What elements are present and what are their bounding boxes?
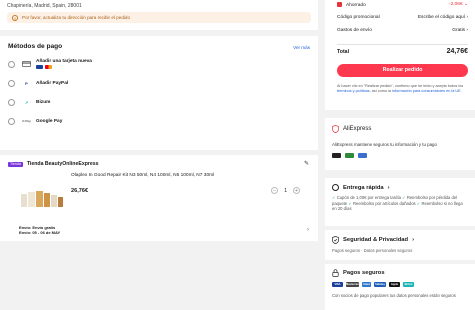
order-summary-card: Ahorrado -2,06€ ⌄ Código promocional Esc… bbox=[325, 0, 475, 110]
consumer-info-link[interactable]: información para consumidores en la UE bbox=[392, 89, 461, 93]
address-line: Chapinería, Madrid, Spain, 28001 bbox=[7, 3, 82, 9]
check-icon: ✓ bbox=[332, 195, 336, 200]
fast-delivery-list: ✓ Cupón de 1,00€ por entrega tardía ✓ Re… bbox=[332, 195, 463, 212]
secure-payments-header: Pagos seguros bbox=[332, 269, 468, 277]
quantity-stepper: − 1 + bbox=[271, 187, 300, 194]
see-all-link[interactable]: Ver más bbox=[293, 45, 310, 50]
promo-input[interactable]: Escribe el código aquí › bbox=[418, 15, 468, 20]
delivery-date: Envío: 05 - 06 de MAY bbox=[19, 230, 61, 235]
shipping-cost-row: Gastos de envío Gratis › bbox=[337, 28, 468, 33]
legal-text: Al hacer clic en "Realizar pedido", conf… bbox=[337, 84, 464, 94]
radio-button[interactable] bbox=[8, 117, 15, 125]
chevron-right-icon[interactable]: › bbox=[388, 185, 390, 191]
radio-button[interactable] bbox=[8, 79, 15, 87]
check-icon: ✓ bbox=[402, 195, 406, 200]
fast-delivery-card[interactable]: Entrega rápida › ✓ Cupón de 1,00€ por en… bbox=[325, 178, 475, 226]
trust-badges bbox=[332, 153, 468, 158]
secure-payments-text: Con socios de pago populares tus datos p… bbox=[332, 293, 456, 298]
radio-button[interactable] bbox=[8, 60, 15, 68]
paypal-icon: P bbox=[25, 80, 28, 86]
aliexpress-logo: AliExpress bbox=[343, 126, 372, 132]
credit-card-icon bbox=[22, 61, 31, 67]
security-privacy-card[interactable]: Seguridad & Privacidad › Pagos seguros ·… bbox=[325, 230, 475, 260]
shipping-label: Gastos de envío bbox=[337, 28, 372, 33]
terms-link[interactable]: términos y políticas bbox=[337, 89, 370, 93]
info-icon: ! bbox=[12, 14, 18, 21]
payment-methods-card: Métodos de pago Ver más Añadir una tarje… bbox=[0, 36, 318, 150]
shipping-value[interactable]: Gratis › bbox=[452, 28, 468, 33]
secure-badge-icon bbox=[358, 153, 367, 158]
chevron-right-icon[interactable]: › bbox=[307, 227, 309, 233]
mastercard-icon bbox=[45, 65, 52, 70]
payment-option-label: Añadir PayPal bbox=[36, 80, 69, 86]
shipping-info[interactable]: Envío: Envío gratis Envío: 05 - 06 de MA… bbox=[19, 225, 60, 235]
address-card: Chapinería, Madrid, Spain, 28001 ! Por f… bbox=[0, 0, 318, 30]
fast-delivery-title: Entrega rápida bbox=[343, 184, 384, 191]
payment-option-label: Añadir una tarjeta nueva bbox=[36, 58, 92, 64]
secure-payments-title: Pagos seguros bbox=[343, 270, 385, 276]
total-value: 24,76€ bbox=[446, 48, 468, 55]
payment-option-paypal[interactable]: P Añadir PayPal bbox=[8, 74, 310, 92]
total-row: Total 24,76€ bbox=[337, 48, 468, 55]
radio-button[interactable] bbox=[8, 98, 15, 106]
check-icon: ✓ bbox=[416, 200, 421, 206]
payment-option-card[interactable]: Añadir una tarjeta nueva bbox=[8, 55, 310, 73]
visa-logo: VISA bbox=[332, 282, 343, 287]
product-price: 26,76€ bbox=[71, 188, 89, 194]
saved-row: Ahorrado -2,06€ ⌄ bbox=[337, 2, 468, 8]
apple-pay-logo: Apple Pay bbox=[389, 282, 400, 291]
chevron-down-icon[interactable]: ⌄ bbox=[464, 2, 468, 7]
clock-icon bbox=[332, 184, 339, 191]
divider bbox=[337, 44, 468, 45]
amex-logo: Amex bbox=[362, 282, 371, 287]
payment-option-label: Google Pay bbox=[36, 118, 63, 124]
shield-check-icon bbox=[332, 236, 339, 244]
decrease-button[interactable]: − bbox=[271, 187, 279, 194]
bizum-icon: ↗ bbox=[24, 99, 29, 105]
address-warning: ! Por favor, actualiza tu dirección para… bbox=[7, 12, 311, 23]
coupon-icon bbox=[337, 2, 342, 7]
promo-code-row[interactable]: Código promocional Escribe el código aqu… bbox=[337, 15, 468, 20]
visa-icon bbox=[36, 65, 43, 70]
ssl-badge-icon bbox=[332, 153, 341, 158]
store-badge: Tienda bbox=[8, 161, 23, 167]
payment-logos: VISA Mastercard Amex Safekey Apple Pay B… bbox=[332, 282, 468, 291]
payment-option-google-pay[interactable]: G Pay Google Pay bbox=[8, 112, 310, 130]
mastercard-logo: Mastercard bbox=[346, 282, 360, 287]
place-order-button[interactable]: Realizar pedido bbox=[337, 64, 468, 77]
total-label: Total bbox=[337, 48, 350, 55]
payment-title: Métodos de pago bbox=[8, 43, 63, 50]
store-header: Tienda Tienda BeautyOnlineExpress bbox=[8, 161, 310, 167]
store-name[interactable]: Tienda BeautyOnlineExpress bbox=[27, 161, 99, 167]
promo-label: Código promocional bbox=[337, 15, 380, 20]
edit-icon[interactable]: ✎ bbox=[304, 160, 309, 167]
saved-value: -2,06€ ⌄ bbox=[449, 2, 468, 8]
store-card: Tienda Tienda BeautyOnlineExpress ✎ Olap… bbox=[0, 155, 318, 241]
aliexpress-trust-text: AliExpress mantiene seguros tu informaci… bbox=[332, 142, 437, 147]
security-header: Seguridad & Privacidad › bbox=[332, 236, 468, 244]
product-title[interactable]: Olaplex In Good Repair Kit N3 50ml, N4 1… bbox=[71, 173, 214, 178]
shield-icon bbox=[332, 125, 339, 133]
payment-option-bizum[interactable]: ↗ Bizum bbox=[8, 93, 310, 111]
lock-icon bbox=[332, 269, 339, 277]
card-brand-logos bbox=[36, 65, 92, 70]
saved-label: Ahorrado bbox=[346, 2, 366, 8]
aliexpress-trust-card: AliExpress AliExpress mantiene seguros t… bbox=[325, 118, 475, 170]
safekey-logo: Safekey bbox=[374, 282, 386, 287]
chevron-right-icon[interactable]: › bbox=[412, 237, 414, 243]
quantity-value: 1 bbox=[284, 187, 287, 194]
google-pay-icon: G Pay bbox=[22, 119, 31, 123]
fast-delivery-header: Entrega rápida › bbox=[332, 184, 468, 191]
security-title: Seguridad & Privacidad bbox=[343, 237, 409, 243]
secure-payments-card: Pagos seguros VISA Mastercard Amex Safek… bbox=[325, 264, 475, 310]
bizum-logo: Bizum bbox=[403, 282, 414, 287]
product-image[interactable] bbox=[19, 188, 65, 208]
check-icon: ✓ bbox=[348, 200, 352, 206]
increase-button[interactable]: + bbox=[293, 187, 300, 194]
aliexpress-header: AliExpress bbox=[332, 125, 468, 133]
security-subtitle: Pagos seguros · Datos personales seguros bbox=[332, 248, 413, 253]
address-warning-text: Por favor, actualiza tu dirección para r… bbox=[22, 15, 131, 20]
payment-option-label: Bizum bbox=[36, 99, 51, 105]
verified-badge-icon bbox=[345, 153, 354, 158]
